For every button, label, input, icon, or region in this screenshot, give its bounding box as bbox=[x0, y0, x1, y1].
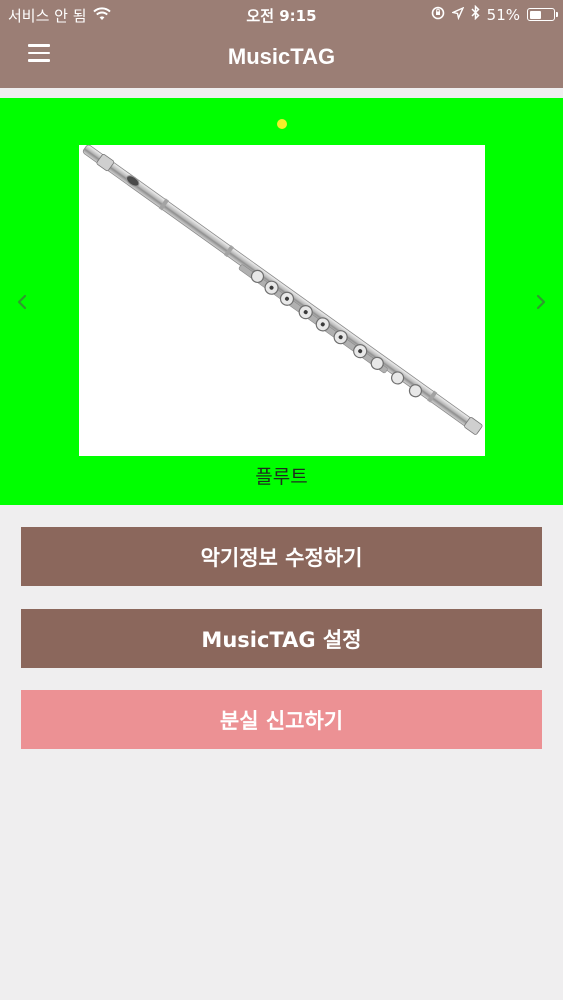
edit-instrument-button[interactable]: 악기정보 수정하기 bbox=[21, 527, 542, 586]
app-bar: 서비스 안 됨 오전 9:15 51% MusicTAG bbox=[0, 0, 563, 88]
battery-percent: 51% bbox=[486, 5, 520, 24]
instrument-name: 플루트 bbox=[255, 466, 308, 488]
battery-level bbox=[529, 10, 542, 19]
navigation-bar: MusicTAG bbox=[0, 30, 563, 82]
chevron-left-icon[interactable] bbox=[10, 288, 34, 316]
report-lost-button[interactable]: 분실 신고하기 bbox=[21, 690, 542, 749]
instrument-carousel[interactable]: 플루트 bbox=[0, 98, 563, 505]
page-indicator-dot[interactable] bbox=[277, 119, 287, 129]
status-right: 51% bbox=[431, 4, 558, 24]
page-title: MusicTAG bbox=[227, 44, 336, 69]
musictag-settings-button[interactable]: MusicTAG 설정 bbox=[21, 609, 542, 668]
chevron-right-icon[interactable] bbox=[529, 288, 553, 316]
bluetooth-icon bbox=[471, 4, 480, 24]
battery-icon bbox=[527, 8, 558, 21]
instrument-image[interactable] bbox=[79, 145, 485, 456]
status-bar: 서비스 안 됨 오전 9:15 51% bbox=[0, 0, 563, 30]
location-icon bbox=[450, 6, 465, 24]
flute-illustration bbox=[82, 145, 483, 435]
lock-rotation-icon bbox=[431, 6, 445, 24]
battery-nub bbox=[555, 12, 558, 17]
